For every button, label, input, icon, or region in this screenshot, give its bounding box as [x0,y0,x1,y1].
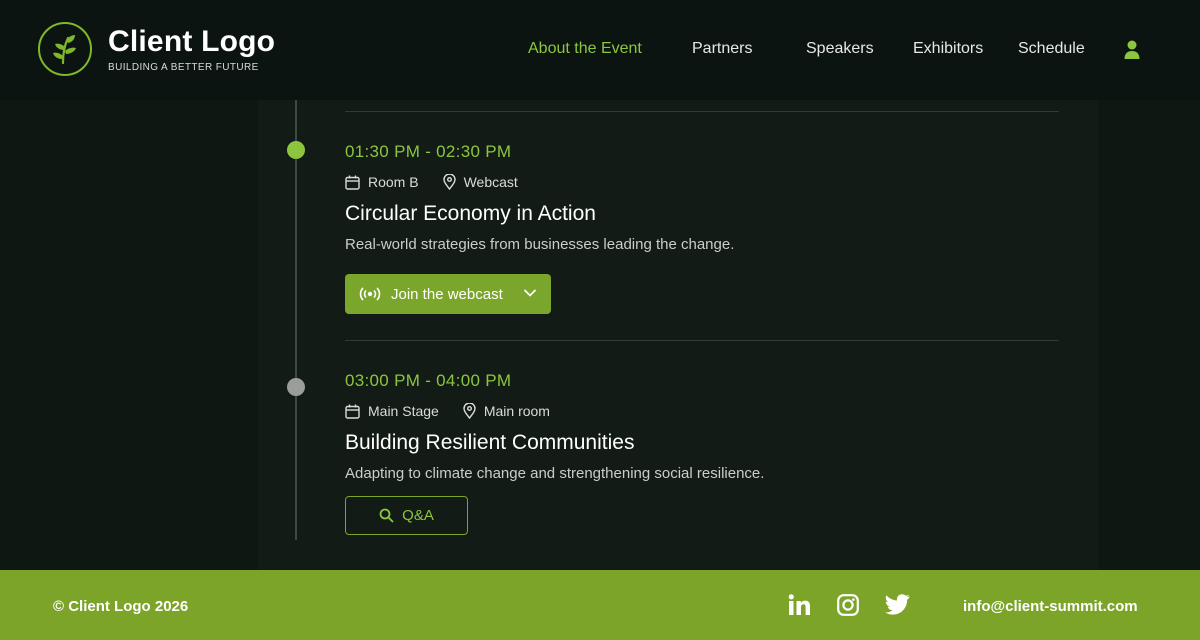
instagram-icon[interactable] [837,594,859,621]
qa-label: Q&A [402,507,434,524]
timeline-dot-active [287,141,305,159]
join-webcast-label: Join the webcast [391,285,503,303]
location-pin-icon [463,403,476,419]
timeline-line [295,100,297,540]
linkedin-icon[interactable] [788,594,811,621]
session-room: Main Stage [368,403,439,419]
session-location: Webcast [463,174,518,190]
contact-email-link[interactable]: info@client-summit.com [963,598,1138,615]
site-header: Client Logo BUILDING A BETTER FUTURE Abo… [0,0,1200,100]
user-icon[interactable] [1124,40,1140,65]
nav-item-exhibitors[interactable]: Exhibitors [913,40,983,58]
site-footer: © Client Logo 2026 info@client-summit.co… [0,570,1200,640]
join-webcast-button[interactable]: Join the webcast [345,274,551,314]
calendar-icon [345,404,360,419]
location-pin-icon [442,174,456,190]
session-room: Room B [368,174,419,190]
copyright-text: © Client Logo 2026 [53,598,189,615]
calendar-icon [345,175,360,190]
session-title: Building Resilient Communities [345,431,635,454]
session-item: 01:30 PM - 02:30 PM Room B Webcast Circu… [345,142,734,253]
session-time: 01:30 PM - 02:30 PM [345,142,512,161]
nav-item-about[interactable]: About the Event [528,40,642,58]
session-description: Adapting to climate change and strengthe… [345,465,765,482]
chevron-down-icon[interactable] [523,286,537,300]
session-description: Real-world strategies from businesses le… [345,236,735,253]
divider [345,111,1059,112]
session-item: 03:00 PM - 04:00 PM Main Stage Main room… [345,371,764,482]
twitter-icon[interactable] [885,594,910,620]
session-title: Circular Economy in Action [345,202,596,225]
timeline-dot-upcoming [287,378,305,396]
session-location: Main room [483,403,550,419]
broadcast-icon [359,287,381,301]
session-time: 03:00 PM - 04:00 PM [345,371,512,390]
nav-item-speakers[interactable]: Speakers [806,40,874,58]
divider [345,340,1059,341]
search-icon [379,508,394,523]
nav-item-partners[interactable]: Partners [692,40,752,58]
nav-item-schedule[interactable]: Schedule [1018,40,1085,58]
qa-button[interactable]: Q&A [345,496,468,535]
main-nav: About the Event Partners Speakers Exhibi… [0,40,1200,64]
